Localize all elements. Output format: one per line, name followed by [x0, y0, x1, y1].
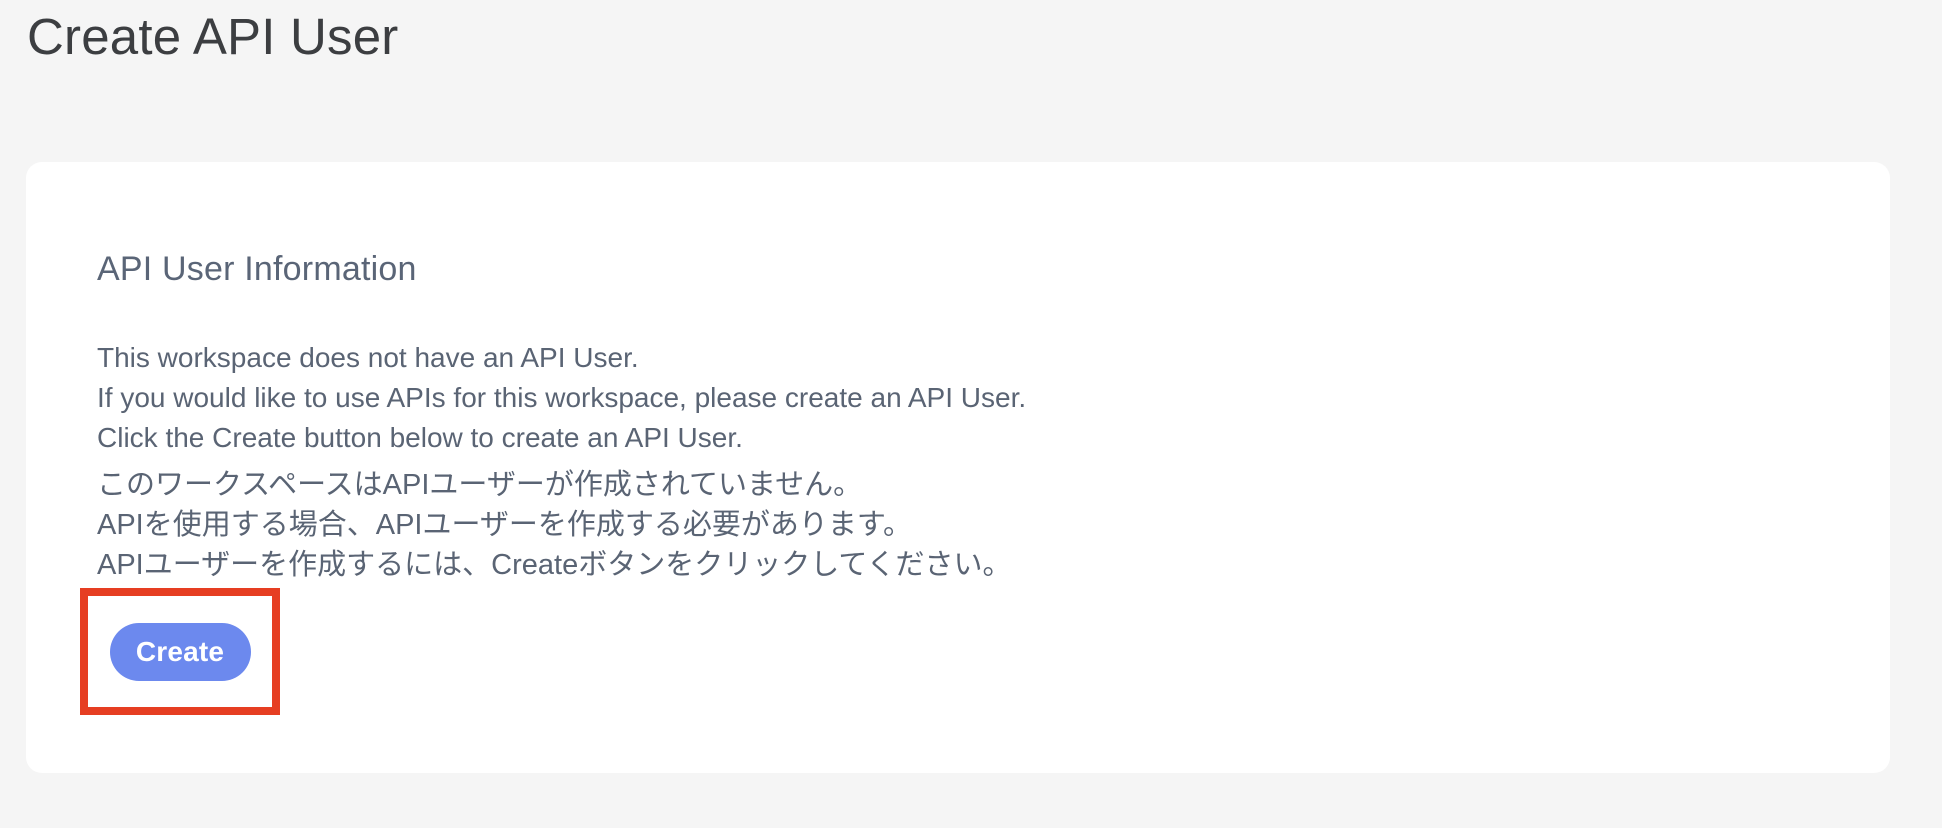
- api-user-card: API User Information This workspace does…: [26, 162, 1890, 773]
- message-english-line-2: If you would like to use APIs for this w…: [97, 382, 1027, 413]
- page-title: Create API User: [27, 8, 399, 65]
- message-english-line-3: Click the Create button below to create …: [97, 422, 743, 453]
- annotation-highlight-rectangle: Create: [80, 588, 280, 715]
- message-english: This workspace does not have an API User…: [97, 338, 1820, 458]
- message-japanese-line-3: APIユーザーを作成するには、Createボタンをクリックしてください。: [97, 549, 1012, 581]
- message-japanese-line-2: APIを使用する場合、APIユーザーを作成する必要があります。: [97, 509, 913, 541]
- message-japanese: このワークスペースはAPIユーザーが作成されていません。 APIを使用する場合、…: [97, 465, 1820, 585]
- message-english-line-1: This workspace does not have an API User…: [97, 342, 639, 373]
- create-button[interactable]: Create: [109, 622, 251, 681]
- message-japanese-line-1: このワークスペースはAPIユーザーが作成されていません。: [97, 469, 863, 501]
- card-heading: API User Information: [97, 250, 417, 288]
